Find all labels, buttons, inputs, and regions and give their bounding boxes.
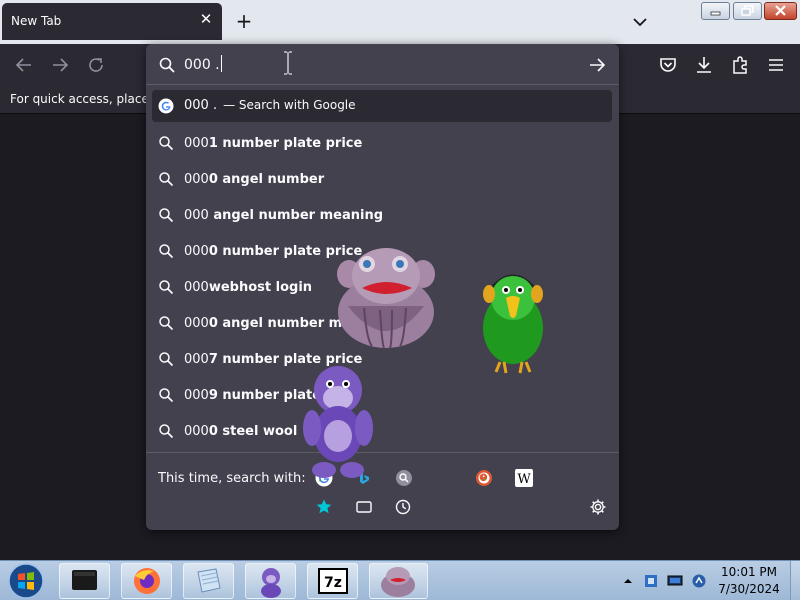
suggestion-text: 000webhost login	[184, 280, 313, 295]
one-off-search-label: This time, search with:	[158, 471, 306, 486]
taskbar-notepad-icon[interactable]	[183, 563, 234, 599]
close-tab-icon[interactable]: ✕	[198, 11, 214, 27]
restore-window-button[interactable]	[733, 2, 762, 20]
bookmarks-star-icon[interactable]	[314, 497, 334, 517]
tray-app-icon[interactable]	[643, 573, 659, 589]
google-icon	[158, 98, 174, 114]
reload-icon[interactable]	[84, 53, 108, 77]
volume-icon[interactable]	[691, 573, 707, 589]
bookmarks-hint-text: For quick access, place yo	[10, 92, 168, 106]
taskbar-terminal-icon[interactable]	[59, 563, 110, 599]
tab-strip: New Tab ✕ +	[0, 0, 800, 44]
wikipedia-glyph: W	[517, 472, 531, 487]
history-clock-icon[interactable]	[393, 497, 413, 517]
start-orb-icon[interactable]	[4, 562, 48, 600]
purple-blob-mascot[interactable]	[334, 246, 438, 350]
taskbar-7zip-icon[interactable]: 7z	[307, 563, 358, 599]
search-icon	[158, 423, 174, 439]
suggestion-row[interactable]: 000 angel number meaning	[152, 198, 612, 234]
clock-time[interactable]: 10:01 PM	[714, 565, 784, 579]
suggestion-text: 0001 number plate price	[184, 136, 363, 151]
go-arrow-icon[interactable]	[586, 54, 608, 76]
tab-title: New Tab	[11, 14, 62, 28]
suggestion-text: 0000 angel number	[184, 172, 325, 187]
windows-taskbar: 7z 10:01 PM 7/30/2024	[0, 560, 800, 600]
gear-icon[interactable]	[588, 497, 608, 517]
suggestion-text: 000 angel number meaning	[184, 208, 384, 223]
taskbar-firefox-icon[interactable]	[121, 563, 172, 599]
tab-new-tab[interactable]: New Tab ✕	[2, 3, 222, 40]
hamburger-menu-icon[interactable]	[764, 53, 788, 77]
wikipedia-icon[interactable]: W	[515, 469, 533, 487]
text-caret	[220, 55, 222, 72]
search-icon	[158, 135, 174, 151]
suggestion-text: 0000 steel wool	[184, 424, 298, 439]
search-icon	[158, 171, 174, 187]
divider	[146, 84, 619, 85]
search-icon	[158, 243, 174, 259]
tabs-icon[interactable]	[354, 497, 374, 517]
clock-date[interactable]: 7/30/2024	[714, 582, 784, 596]
taskbar-bonzi-buddy-icon[interactable]	[245, 563, 296, 599]
heuristic-query: 000 .	[184, 98, 218, 113]
show-hidden-icons-icon[interactable]	[620, 573, 636, 589]
suggestion-text: 0000 angel number me	[184, 316, 352, 331]
suggestion-row[interactable]: 0000 steel wool	[152, 414, 612, 450]
ibeam-cursor-icon	[283, 51, 293, 75]
downloads-icon[interactable]	[692, 53, 716, 77]
pocket-icon[interactable]	[656, 53, 680, 77]
suggestion-row[interactable]: 0000 angel number	[152, 162, 612, 198]
divider	[146, 452, 619, 453]
purple-gorilla-mascot[interactable]	[300, 362, 376, 480]
heuristic-text: 000 . — Search with Google	[184, 98, 356, 113]
address-input-value: 000 .	[184, 57, 220, 73]
search-icon	[158, 315, 174, 331]
green-parrot-mascot[interactable]	[476, 268, 550, 378]
heuristic-search-row[interactable]: 000 . — Search with Google	[152, 90, 612, 122]
heuristic-action: — Search with Google	[223, 98, 356, 112]
extensions-puzzle-icon[interactable]	[728, 53, 752, 77]
search-engine-icon[interactable]	[395, 469, 413, 487]
list-all-tabs-chevron-icon[interactable]	[630, 12, 650, 32]
back-arrow-icon[interactable]	[12, 53, 36, 77]
network-icon[interactable]	[667, 573, 683, 589]
search-icon	[158, 387, 174, 403]
show-desktop-button[interactable]	[790, 561, 800, 600]
search-icon	[158, 351, 174, 367]
forward-arrow-icon[interactable]	[48, 53, 72, 77]
minimize-window-button[interactable]	[701, 2, 730, 20]
suggestion-row[interactable]: 0009 number plate p	[152, 378, 612, 414]
search-icon	[158, 207, 174, 223]
suggestion-row[interactable]: 0001 number plate price	[152, 126, 612, 162]
address-input[interactable]: 000 .	[184, 55, 222, 73]
7zip-label: 7z	[324, 575, 342, 591]
new-tab-button[interactable]: +	[232, 10, 256, 34]
close-window-button[interactable]	[764, 2, 797, 20]
duckduckgo-icon[interactable]	[475, 469, 493, 487]
taskbar-purple-blob-icon[interactable]	[369, 563, 428, 599]
search-icon	[158, 56, 176, 74]
search-icon	[158, 279, 174, 295]
